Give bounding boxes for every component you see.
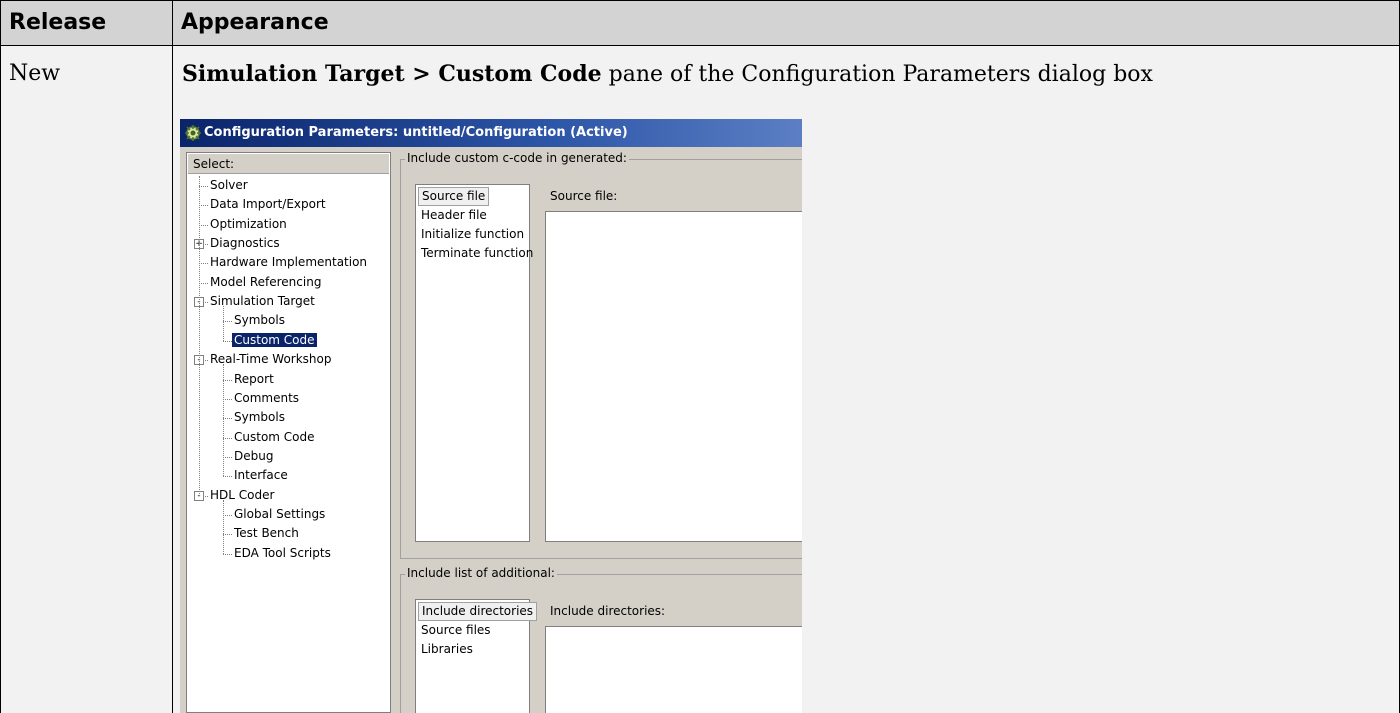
tree-item[interactable]: Data Import/Export [208,195,328,214]
tree-connector [223,456,232,458]
tree-connector [223,340,232,342]
tree-connector [223,437,232,439]
tree-item[interactable]: Debug [232,447,275,466]
tree-item-label: Custom Code [234,429,315,444]
tree-item[interactable]: Symbols [232,408,287,427]
tree-connector [199,186,208,187]
tree-item[interactable]: Comments [232,389,301,408]
tree-connector [223,321,232,323]
tree-item[interactable]: Symbols [232,311,287,330]
tree-item[interactable]: Interface [232,466,290,485]
tree-connector [223,364,224,477]
tree-item[interactable]: HDL Coder [208,486,276,505]
tree-item-label: Debug [234,448,274,463]
tree-connector [199,224,208,226]
tree-item-label: Optimization [210,216,287,231]
tree-connector [199,205,208,207]
source-file-label: Source file: [550,189,618,203]
table-border-top [0,0,1400,1]
tree-item-label: Comments [234,390,300,405]
tree-item-label: Simulation Target [210,294,315,309]
tree-item-label: Symbols [234,410,285,425]
tree-item-label: Symbols [234,313,285,328]
select-tree-pane: Select: Solver Data Import/Export Optimiza… [186,152,391,713]
appearance-column-header: Appearance [172,0,1400,45]
tree-item[interactable]: Custom Code [232,331,317,350]
custom-code-type-list[interactable]: Source file Header file Initialize functio… [415,184,533,542]
tree-item[interactable]: Simulation Target [208,292,317,311]
description-bold-path: Simulation Target > Custom Code [182,61,602,87]
tree-item-label: HDL Coder [210,487,275,502]
header-divider [0,45,1400,46]
table-border-left [0,0,1,713]
release-column-header: Release [0,0,172,45]
tree-item[interactable]: EDA Tool Scripts [232,544,333,563]
list-item[interactable]: Source files [418,621,494,640]
tree-item-label: Global Settings [234,506,326,521]
select-label: Select: [188,154,389,174]
appearance-description: Simulation Target > Custom Code pane of … [182,61,1153,87]
configuration-parameters-dialog: Configuration Parameters: untitled/Confi… [180,119,802,713]
release-cell: New [9,61,61,86]
release-notes-table: Release Appearance New Simulation Target… [0,0,1400,713]
list-item[interactable]: Header file [418,206,490,225]
tree-item[interactable]: Solver [208,176,250,195]
simulink-config-icon [185,125,201,141]
tree-item-label: Custom Code [232,332,317,347]
dialog-title: Configuration Parameters: untitled/Confi… [204,125,628,140]
additional-type-list[interactable]: Include directories Source files Libraries [415,599,538,713]
tree-item[interactable]: Test Bench [232,524,301,543]
tree-item[interactable]: Global Settings [232,505,327,524]
tree-item[interactable]: Optimization [208,215,289,234]
column-divider [172,0,173,713]
tree-connector [223,306,224,341]
tree-connector [223,398,232,400]
list-item[interactable]: Source file [418,187,490,206]
description-text: pane of the Configuration Parameters dia… [601,62,1153,87]
tree-connector [199,176,200,496]
tree-item[interactable]: Custom Code [232,428,317,447]
tree-item-label: EDA Tool Scripts [234,545,331,560]
tree-connector [199,263,208,265]
tree-item-label: Data Import/Export [210,197,326,212]
tree-item[interactable]: Hardware Implementation [208,253,369,272]
tree-item-label: Real-Time Workshop [210,352,332,367]
include-directories-label: Include directories: [550,604,666,618]
tree-connector [223,553,232,555]
include-directories-textarea[interactable] [545,626,802,713]
tree-connector [223,476,232,478]
custom-code-group: Include custom c-code in generated: Sour… [400,151,802,559]
tree-item-label: Model Referencing [210,274,322,289]
tree-connector [223,514,232,516]
tree-item[interactable]: Model Referencing [208,273,323,292]
additional-list-group: Include list of additional: Include dire… [400,566,802,713]
tree-connector [223,379,232,381]
tree-item-label: Report [234,371,274,386]
source-file-textarea[interactable] [545,211,802,542]
tree-item[interactable]: Diagnostics [208,234,282,253]
dialog-title-bar[interactable]: Configuration Parameters: untitled/Confi… [180,119,802,147]
list-item[interactable]: Terminate function [418,244,536,263]
tree-item-label: Solver [210,178,248,192]
tree-connector [223,418,232,420]
tree-item[interactable]: Real-Time Workshop [208,350,333,369]
tree-connector [223,534,232,536]
list-item[interactable]: Libraries [418,640,476,659]
additional-list-group-title: Include list of additional: [405,566,557,580]
list-item[interactable]: Include directories [418,602,538,621]
tree-item-label: Test Bench [234,526,299,541]
custom-code-group-title: Include custom c-code in generated: [405,151,629,165]
tree-item-label: Diagnostics [210,236,280,251]
list-item[interactable]: Initialize function [418,225,527,244]
tree-connector [223,499,224,554]
tree-item-label: Interface [234,468,288,483]
tree-connector [199,282,208,284]
tree-item[interactable]: Report [232,370,276,389]
tree-item-label: Hardware Implementation [210,255,368,270]
